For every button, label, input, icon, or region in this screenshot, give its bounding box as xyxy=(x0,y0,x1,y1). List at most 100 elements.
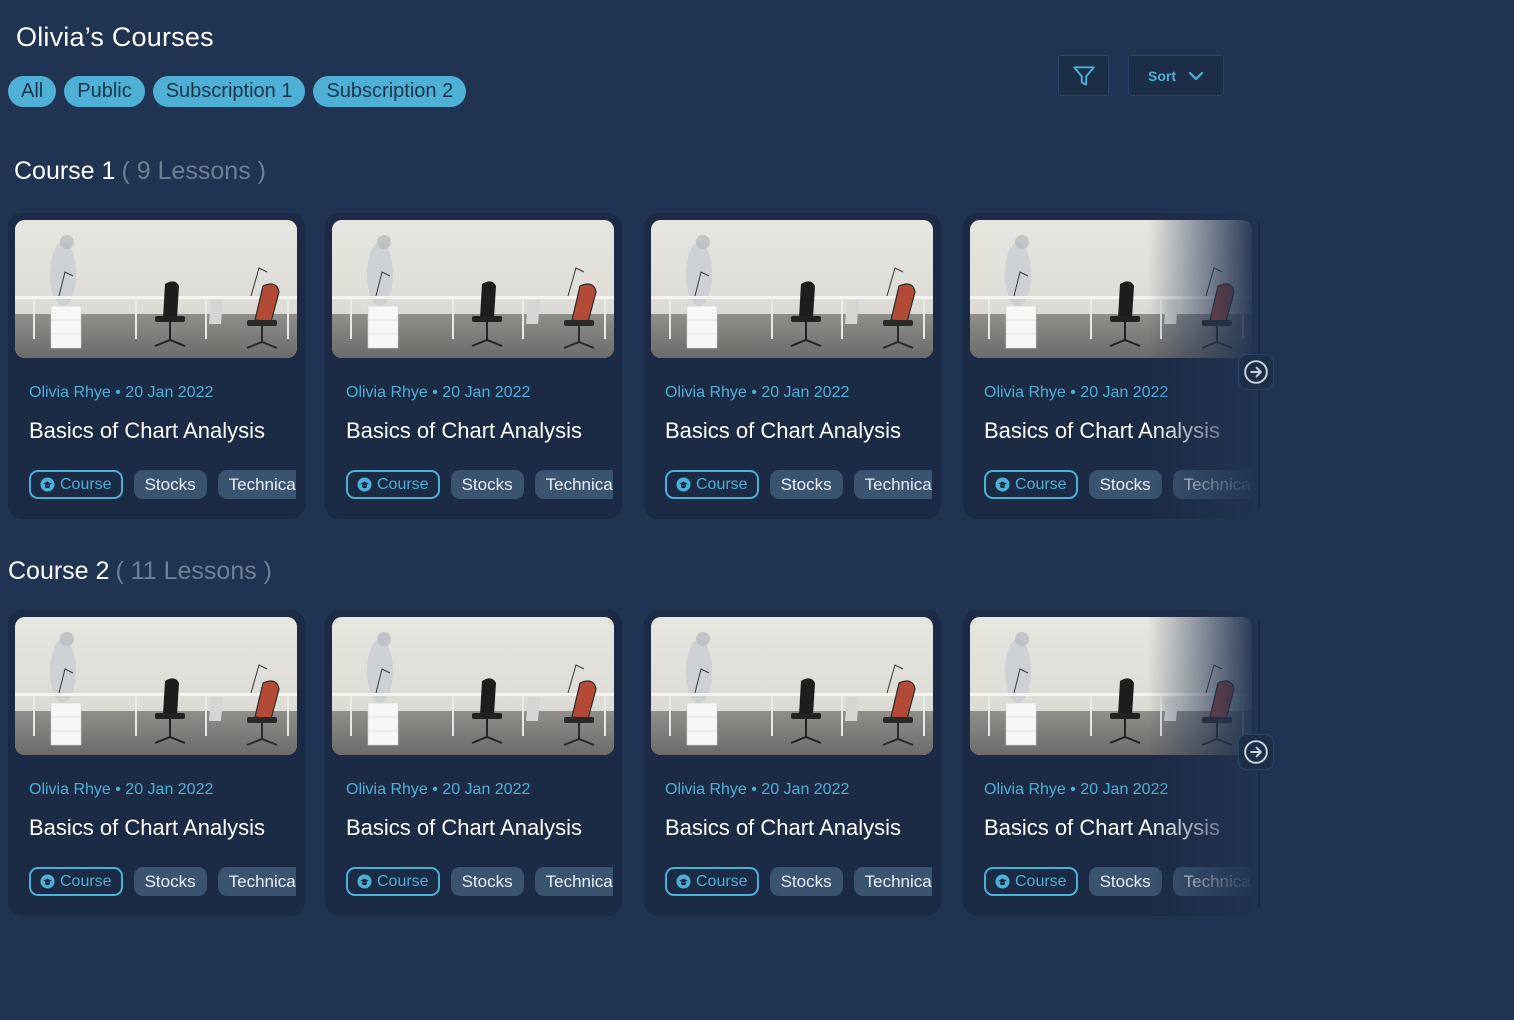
course-tag: Course xyxy=(29,470,123,499)
course-card[interactable]: Olivia Rhye • 20 Jan 2022 Basics of Char… xyxy=(325,610,622,916)
graduation-cap-icon xyxy=(357,874,372,889)
graduation-cap-icon xyxy=(995,477,1010,492)
tag-technical: Technical xyxy=(853,470,932,499)
course-thumbnail xyxy=(651,220,933,358)
tag-technical: Technical xyxy=(217,470,296,499)
tag-stocks: Stocks xyxy=(133,867,207,896)
tag-list: Course Stocks Technical xyxy=(665,470,932,500)
tag-list: Course Stocks Technical xyxy=(29,470,296,500)
tag-stocks: Stocks xyxy=(1088,470,1162,499)
course-title: Basics of Chart Analysis xyxy=(29,418,265,443)
course-tag: Course xyxy=(346,867,440,896)
tab-subscription-2[interactable]: Subscription 2 xyxy=(313,76,467,107)
tag-technical: Technical xyxy=(1172,867,1251,896)
tag-list: Course Stocks Technical xyxy=(346,867,613,897)
filter-button[interactable] xyxy=(1058,55,1109,96)
course-tag-label: Course xyxy=(377,475,429,493)
arrow-right-circle-icon xyxy=(1244,740,1268,764)
graduation-cap-icon xyxy=(40,477,55,492)
course-tag: Course xyxy=(665,470,759,499)
tab-public[interactable]: Public xyxy=(64,76,145,107)
toolbar: ... Sort xyxy=(1058,46,1226,98)
course-tag-label: Course xyxy=(696,872,748,890)
course-card[interactable]: Olivia Rhye • 20 Jan 2022 Basics of Char… xyxy=(963,610,1260,916)
course-thumbnail xyxy=(15,617,297,755)
course-tag-label: Course xyxy=(696,475,748,493)
course-thumbnail xyxy=(15,220,297,358)
tag-technical: Technical xyxy=(534,867,613,896)
course-meta: Olivia Rhye • 20 Jan 2022 xyxy=(346,781,531,798)
course-meta: Olivia Rhye • 20 Jan 2022 xyxy=(984,384,1169,401)
graduation-cap-icon xyxy=(40,874,55,889)
page-title: Olivia’s Courses xyxy=(16,22,214,52)
course-card[interactable]: Olivia Rhye • 20 Jan 2022 Basics of Char… xyxy=(963,213,1260,519)
graduation-cap-icon xyxy=(995,874,1010,889)
tag-technical: Technical xyxy=(534,470,613,499)
course-meta: Olivia Rhye • 20 Jan 2022 xyxy=(29,384,214,401)
tab-all[interactable]: All xyxy=(8,76,57,107)
tag-stocks: Stocks xyxy=(450,470,524,499)
course-thumbnail xyxy=(332,220,614,358)
course-thumbnail xyxy=(970,617,1252,755)
course-title: Basics of Chart Analysis xyxy=(346,815,582,840)
tag-stocks: Stocks xyxy=(769,470,843,499)
funnel-icon xyxy=(1072,65,1095,86)
sort-label: Sort xyxy=(1148,67,1176,84)
arrow-right-circle-icon xyxy=(1244,360,1268,384)
course-title: Basics of Chart Analysis xyxy=(665,815,901,840)
course-tag: Course xyxy=(29,867,123,896)
course-tag-label: Course xyxy=(60,475,112,493)
course-title: Basics of Chart Analysis xyxy=(984,815,1220,840)
graduation-cap-icon xyxy=(357,477,372,492)
course-meta: Olivia Rhye • 20 Jan 2022 xyxy=(29,781,214,798)
graduation-cap-icon xyxy=(676,477,691,492)
tag-stocks: Stocks xyxy=(769,867,843,896)
filter-tabs: All Public Subscription 1 Subscription 2 xyxy=(8,76,467,107)
section-heading-course-2: Course 2 ( 11 Lessons ) xyxy=(8,557,272,586)
chevron-down-icon xyxy=(1188,71,1204,80)
course-thumbnail xyxy=(332,617,614,755)
course-title: Basics of Chart Analysis xyxy=(665,418,901,443)
course-tag: Course xyxy=(984,470,1078,499)
course-card[interactable]: Olivia Rhye • 20 Jan 2022 Basics of Char… xyxy=(8,213,305,519)
graduation-cap-icon xyxy=(676,874,691,889)
course-tag-label: Course xyxy=(377,872,429,890)
course-1-card-row: Olivia Rhye • 20 Jan 2022 Basics of Char… xyxy=(8,213,1260,523)
lesson-count: ( 11 Lessons ) xyxy=(115,557,273,585)
tag-list: Course Stocks Technical xyxy=(665,867,932,897)
course-meta: Olivia Rhye • 20 Jan 2022 xyxy=(665,781,850,798)
course-thumbnail xyxy=(651,617,933,755)
section-heading-course-1: Course 1 ( 9 Lessons ) xyxy=(14,157,266,186)
course-card[interactable]: Olivia Rhye • 20 Jan 2022 Basics of Char… xyxy=(644,213,941,519)
course-tag-label: Course xyxy=(60,872,112,890)
course-meta: Olivia Rhye • 20 Jan 2022 xyxy=(346,384,531,401)
course-tag: Course xyxy=(984,867,1078,896)
tag-stocks: Stocks xyxy=(133,470,207,499)
course-card[interactable]: Olivia Rhye • 20 Jan 2022 Basics of Char… xyxy=(325,213,622,519)
tag-technical: Technical xyxy=(1172,470,1251,499)
lesson-count: ( 9 Lessons ) xyxy=(121,157,266,185)
sort-button[interactable]: Sort xyxy=(1128,55,1224,96)
course-meta: Olivia Rhye • 20 Jan 2022 xyxy=(665,384,850,401)
course-meta: Olivia Rhye • 20 Jan 2022 xyxy=(984,781,1169,798)
course-2-card-row: Olivia Rhye • 20 Jan 2022 Basics of Char… xyxy=(8,610,1260,920)
course-tag: Course xyxy=(346,470,440,499)
tag-stocks: Stocks xyxy=(1088,867,1162,896)
tag-technical: Technical xyxy=(853,867,932,896)
course-card[interactable]: Olivia Rhye • 20 Jan 2022 Basics of Char… xyxy=(644,610,941,916)
tag-technical: Technical xyxy=(217,867,296,896)
tab-subscription-1[interactable]: Subscription 1 xyxy=(152,76,306,107)
course-card[interactable]: Olivia Rhye • 20 Jan 2022 Basics of Char… xyxy=(8,610,305,916)
course-tag: Course xyxy=(665,867,759,896)
section-title: Course 1 xyxy=(14,157,116,185)
course-title: Basics of Chart Analysis xyxy=(346,418,582,443)
section-title: Course 2 xyxy=(8,557,110,585)
next-arrow-button[interactable] xyxy=(1238,354,1274,390)
next-arrow-button[interactable] xyxy=(1238,734,1274,770)
tag-list: Course Stocks Technical xyxy=(984,470,1251,500)
tag-list: Course Stocks Technical xyxy=(29,867,296,897)
tag-stocks: Stocks xyxy=(450,867,524,896)
course-tag-label: Course xyxy=(1015,872,1067,890)
tag-list: Course Stocks Technical xyxy=(346,470,613,500)
course-title: Basics of Chart Analysis xyxy=(984,418,1220,443)
